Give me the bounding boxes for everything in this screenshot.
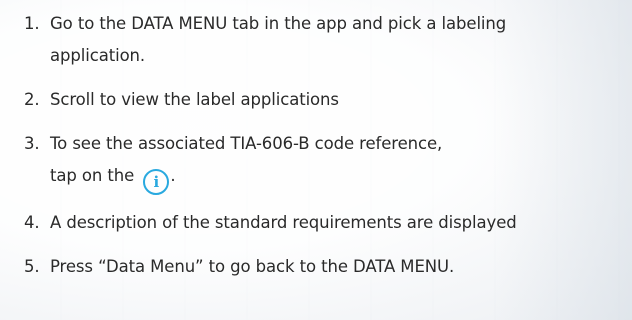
info-icon: i (143, 169, 170, 195)
step-5: 5. Press “Data Menu” to go back to the D… (24, 251, 620, 283)
step-text: . (170, 166, 176, 185)
step-text: tap on the (50, 166, 135, 185)
step-text: Go to the DATA MENU tab in the app and p… (50, 14, 507, 33)
spacer (24, 195, 620, 207)
steps-list: 1. Go to the DATA MENU tab in the app an… (24, 8, 620, 283)
step-text: Scroll to view the label applications (50, 90, 339, 109)
spacer (24, 239, 620, 251)
step-4: 4. A description of the standard require… (24, 207, 620, 239)
step-number: 2. (24, 90, 40, 109)
instructions: 1. Go to the DATA MENU tab in the app an… (24, 8, 620, 283)
step-2: 2. Scroll to view the label applications (24, 84, 620, 116)
spacer (24, 116, 620, 128)
step-number: 5. (24, 257, 40, 276)
step-number: 4. (24, 213, 40, 232)
step-number: 3. (24, 134, 40, 153)
step-text: Press “Data Menu” to go back to the DATA… (50, 257, 455, 276)
step-number: 1. (24, 14, 40, 33)
step-text: application. (50, 46, 146, 65)
step-text: To see the associated TIA-606-B code ref… (50, 134, 443, 153)
info-icon-glyph: i (153, 173, 160, 191)
step-text: A description of the standard requiremen… (50, 213, 517, 232)
spacer (24, 72, 620, 84)
step-3: 3. To see the associated TIA-606-B code … (24, 128, 620, 195)
step-1: 1. Go to the DATA MENU tab in the app an… (24, 8, 620, 72)
